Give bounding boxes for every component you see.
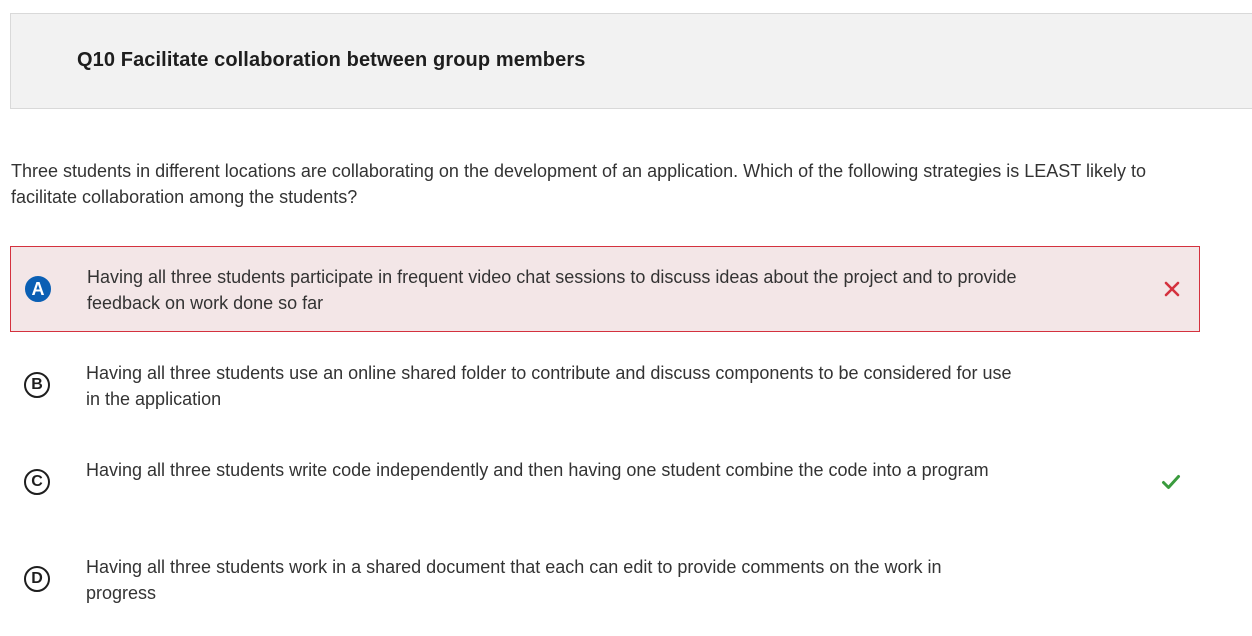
question-header: Q10 Facilitate collaboration between gro…	[10, 13, 1252, 109]
question-title: Q10 Facilitate collaboration between gro…	[77, 49, 586, 71]
option-letter-d: D	[24, 566, 50, 592]
answer-options: A Having all three students participate …	[10, 246, 1200, 634]
check-icon	[1160, 471, 1182, 493]
option-text-d: Having all three students work in a shar…	[86, 557, 942, 603]
option-c[interactable]: C Having all three students write code i…	[10, 440, 1200, 526]
option-d[interactable]: D Having all three students work in a sh…	[10, 537, 1200, 623]
option-letter-c: C	[24, 469, 50, 495]
option-text-b: Having all three students use an online …	[86, 363, 1012, 409]
x-icon	[1161, 278, 1183, 300]
option-text-a: Having all three students participate in…	[87, 267, 1017, 313]
option-text-c: Having all three students write code ind…	[86, 460, 989, 480]
question-stem: Three students in different locations ar…	[11, 161, 1146, 207]
option-a[interactable]: A Having all three students participate …	[10, 246, 1200, 332]
option-letter-a: A	[25, 276, 51, 302]
option-b[interactable]: B Having all three students use an onlin…	[10, 343, 1200, 429]
option-letter-b: B	[24, 372, 50, 398]
